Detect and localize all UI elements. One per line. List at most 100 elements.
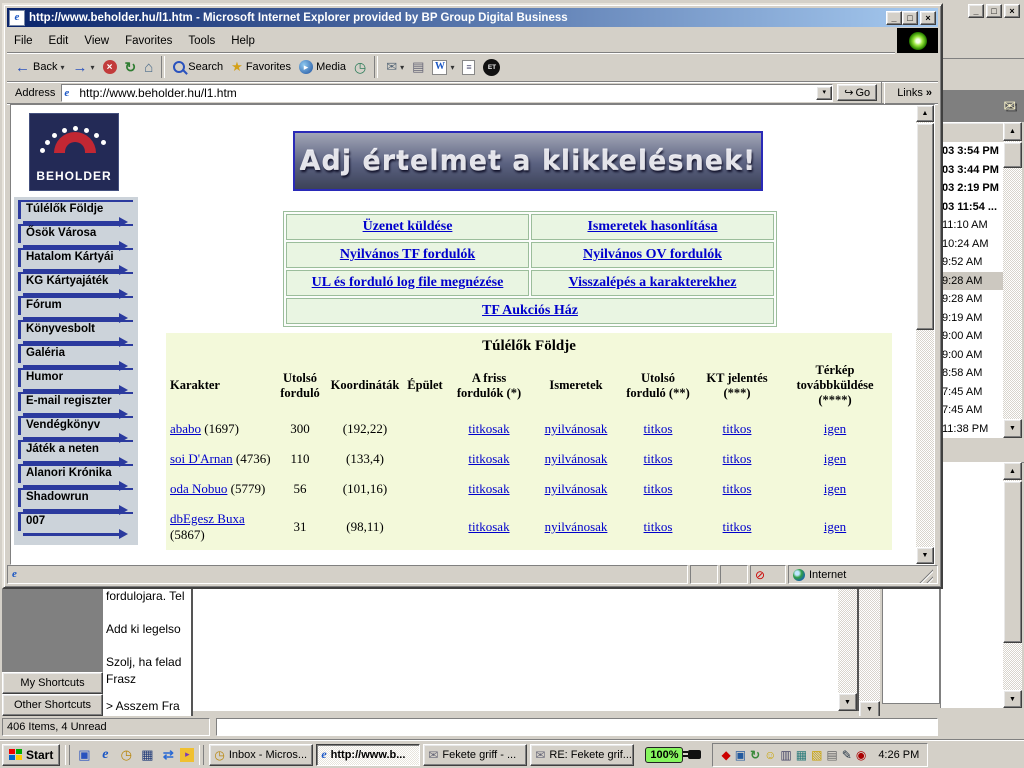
character-link[interactable]: soi D'Arnan: [170, 451, 233, 466]
address-input[interactable]: [79, 86, 816, 100]
list-item[interactable]: 9:28 AM: [941, 290, 1004, 309]
list-item[interactable]: 03 2:19 PM: [941, 179, 1004, 198]
forward-button[interactable]: → ▾: [68, 58, 98, 77]
tray-display-icon[interactable]: ▦: [796, 749, 807, 761]
favorites-button[interactable]: ★Favorites: [227, 57, 295, 77]
link-ismeretek-hasonlitasa[interactable]: Ismeretek hasonlítása: [587, 219, 717, 234]
link-tf-aukcios-haz[interactable]: TF Aukciós Ház: [482, 303, 578, 318]
list-item[interactable]: 11:38 PM: [941, 420, 1004, 439]
scroll-down-icon[interactable]: ▼: [1003, 419, 1022, 438]
map-forward-link[interactable]: igen: [824, 481, 846, 496]
list-item[interactable]: 9:19 AM: [941, 309, 1004, 328]
address-dropdown-icon[interactable]: ▾: [816, 86, 832, 100]
ie-maximize-button[interactable]: □: [902, 11, 918, 25]
link-uzenet-kuldese[interactable]: Üzenet küldése: [363, 219, 453, 234]
stop-button[interactable]: ×: [99, 58, 121, 76]
link-nyilvanos-tf-fordulok[interactable]: Nyilvános TF fordulók: [340, 247, 475, 262]
tray-pen-icon[interactable]: ✎: [842, 749, 852, 761]
knowledge-link[interactable]: nyilvánosak: [545, 451, 608, 466]
tray-icon-5[interactable]: ▥: [780, 749, 791, 761]
link-nyilvanos-ov-fordulok[interactable]: Nyilvános OV fordulók: [583, 247, 722, 262]
last-turn-link[interactable]: titkos: [644, 451, 673, 466]
kt-report-link[interactable]: titkos: [723, 519, 752, 534]
list-item[interactable]: 7:45 AM: [941, 383, 1004, 402]
list-item[interactable]: 10:24 AM: [941, 235, 1004, 254]
fresh-turns-link[interactable]: titkosak: [468, 481, 509, 496]
tray-icon-3[interactable]: ↻: [750, 749, 760, 761]
task-mail-fekete-griff[interactable]: ✉ Fekete griff - ...: [423, 744, 527, 766]
menu-help[interactable]: Help: [224, 32, 262, 50]
list-item[interactable]: 9:52 AM: [941, 253, 1004, 272]
last-turn-link[interactable]: titkos: [644, 481, 673, 496]
tray-magnifier-icon[interactable]: ◉: [856, 749, 866, 761]
tray-icon-7[interactable]: ▧: [811, 749, 822, 761]
sidebar-item-humor[interactable]: Humor: [18, 368, 133, 387]
task-inbox-outlook[interactable]: ◷ Inbox - Micros...: [209, 744, 313, 766]
task-mail-re-fekete-griff[interactable]: ✉ RE: Fekete grif...: [530, 744, 634, 766]
ie-title-bar[interactable]: e http://www.beholder.hu/l1.htm - Micros…: [7, 8, 938, 27]
custom-et-button[interactable]: ET: [479, 57, 504, 78]
sidebar-item-shadowrun[interactable]: Shadowrun: [18, 488, 133, 507]
home-button[interactable]: ⌂: [140, 57, 157, 78]
link-ul-log-file[interactable]: UL és forduló log file megnézése: [312, 275, 504, 290]
scroll-down-icon[interactable]: ▼: [838, 693, 857, 711]
menu-edit[interactable]: Edit: [42, 32, 76, 50]
outlook-minimize-button[interactable]: _: [968, 4, 984, 18]
sidebar-item-jatek-a-neten[interactable]: Játék a neten: [18, 440, 133, 459]
sidebar-item-hatalom-kartyai[interactable]: Hatalom Kártyái: [18, 248, 133, 267]
map-forward-link[interactable]: igen: [824, 421, 846, 436]
other-shortcuts-button[interactable]: Other Shortcuts: [2, 694, 103, 716]
battery-indicator[interactable]: 100%: [645, 747, 683, 763]
sidebar-item-kg-kartyajatek[interactable]: KG Kártyajáték: [18, 272, 133, 291]
link-visszalepes[interactable]: Visszalépés a karakterekhez: [569, 275, 737, 290]
knowledge-link[interactable]: nyilvánosak: [545, 481, 608, 496]
sidebar-item-galeria[interactable]: Galéria: [18, 344, 133, 363]
search-button[interactable]: Search: [169, 59, 227, 75]
ie-minimize-button[interactable]: _: [886, 11, 902, 25]
sidebar-item-osok-varosa[interactable]: Ősök Városa: [18, 224, 133, 243]
scroll-up-icon[interactable]: ▲: [1003, 122, 1022, 141]
mail-button[interactable]: ✉▾: [382, 57, 408, 77]
scroll-down-icon[interactable]: ▼: [916, 547, 934, 564]
map-forward-link[interactable]: igen: [824, 519, 846, 534]
scrollbar-thumb[interactable]: [916, 123, 934, 330]
kt-report-link[interactable]: titkos: [723, 421, 752, 436]
fresh-turns-link[interactable]: titkosak: [468, 519, 509, 534]
print-button[interactable]: ▤: [408, 57, 428, 77]
beholder-logo[interactable]: BEHOLDER: [29, 113, 119, 191]
sidebar-item-tulelok-foldje[interactable]: Túlélők Földje: [18, 200, 133, 219]
character-link[interactable]: dbEgesz Buxa: [170, 511, 245, 526]
tray-icon-2[interactable]: ▣: [735, 749, 746, 761]
list-item[interactable]: 11:10 AM: [941, 216, 1004, 235]
menu-view[interactable]: View: [77, 32, 116, 50]
menu-tools[interactable]: Tools: [181, 32, 222, 50]
list-item[interactable]: 9:00 AM: [941, 327, 1004, 346]
sidebar-item-email-regiszter[interactable]: E-mail regiszter: [18, 392, 133, 411]
outlook-restore-button[interactable]: □: [986, 4, 1002, 18]
edit-button[interactable]: W▾: [428, 58, 458, 77]
sidebar-item-forum[interactable]: Fórum: [18, 296, 133, 315]
ie-close-button[interactable]: ×: [920, 11, 936, 25]
list-item[interactable]: 7:45 AM: [941, 401, 1004, 420]
sync-icon[interactable]: ⇄: [159, 746, 177, 764]
power-plug-icon[interactable]: [688, 750, 701, 759]
map-forward-link[interactable]: igen: [824, 451, 846, 466]
tray-printer-icon[interactable]: ▤: [826, 749, 837, 761]
kt-report-link[interactable]: titkos: [723, 451, 752, 466]
ie-quicklaunch-icon[interactable]: e: [96, 746, 114, 764]
show-desktop-icon[interactable]: ▣: [75, 746, 93, 764]
outlook-quicklaunch-icon[interactable]: ◷: [117, 746, 135, 764]
media-button[interactable]: ▸Media: [295, 58, 350, 76]
back-button[interactable]: ← Back ▾: [11, 58, 68, 77]
list-item[interactable]: 9:00 AM: [941, 346, 1004, 365]
my-shortcuts-button[interactable]: My Shortcuts: [2, 672, 103, 694]
character-link[interactable]: oda Nobuo: [170, 481, 227, 496]
knowledge-link[interactable]: nyilvánosak: [545, 421, 608, 436]
banner-ad[interactable]: Adj értelmet a klikkelésnek!: [293, 131, 763, 191]
history-button[interactable]: ◷: [350, 57, 370, 78]
links-toolbar[interactable]: Links»: [889, 87, 936, 99]
scroll-up-icon[interactable]: ▲: [1003, 462, 1022, 480]
start-button[interactable]: Start: [2, 744, 60, 766]
go-button[interactable]: ↪Go: [837, 84, 877, 101]
scroll-down-icon[interactable]: ▼: [1003, 690, 1022, 708]
